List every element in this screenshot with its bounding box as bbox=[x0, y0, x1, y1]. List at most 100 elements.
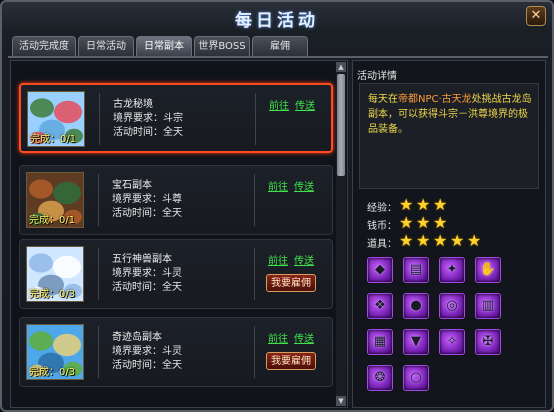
purple-ring-icon[interactable]: ◎ bbox=[439, 293, 465, 319]
item-glyph: ◆ bbox=[375, 262, 385, 277]
armored-belt-icon[interactable]: ▦ bbox=[367, 329, 393, 355]
tab-world-boss[interactable]: 世界BOSS bbox=[194, 36, 250, 56]
scroll-down-arrow-icon[interactable]: ▼ bbox=[336, 396, 346, 406]
dungeon-row-gulong[interactable]: 完成：0/1 古龙秘境 境界要求：斗宗 活动时间：全天 前往 传送 bbox=[19, 83, 333, 153]
dungeon-thumbnail: 完成：0/1 bbox=[26, 172, 84, 228]
realm-requirement: 境界要求：斗灵 bbox=[112, 346, 182, 357]
activity-time: 活动时间：全天 bbox=[112, 360, 182, 371]
completion-progress: 完成：0/1 bbox=[29, 215, 76, 226]
detail-description-box: 每天在帝都NPC·古天龙处挑战古龙岛副本，可以获得斗宗－洪尊境界的极品装备。 bbox=[359, 83, 539, 189]
activity-time: 活动时间：全天 bbox=[113, 127, 183, 138]
tab-activity-completion[interactable]: 活动完成度 bbox=[12, 36, 76, 56]
winged-pauldron-icon[interactable]: ❖ bbox=[367, 293, 393, 319]
teleport-link[interactable]: 传送 bbox=[295, 97, 315, 112]
goto-link[interactable]: 前往 bbox=[269, 97, 289, 112]
star-icon: ★ bbox=[433, 195, 448, 214]
dungeon-name: 宝石副本 bbox=[112, 180, 152, 191]
item-glyph: ▤ bbox=[409, 262, 423, 277]
row-divider bbox=[254, 248, 255, 300]
npc-name[interactable]: 帝都NPC·古天龙 bbox=[398, 94, 472, 105]
banded-armor-icon[interactable]: ▤ bbox=[403, 257, 429, 283]
dragon-wings-icon[interactable]: ✦ bbox=[439, 257, 465, 283]
item-glyph: ❖ bbox=[374, 298, 386, 313]
wolf-mask-helmet-icon[interactable]: ◆ bbox=[367, 257, 393, 283]
star-icon: ★ bbox=[416, 231, 431, 250]
reward-label-exp: 经验： bbox=[367, 203, 397, 214]
tab-daily-dungeon[interactable]: 日常副本 bbox=[136, 36, 192, 56]
star-icon: ★ bbox=[399, 213, 414, 232]
beast-claw-icon[interactable]: ✠ bbox=[475, 329, 501, 355]
hire-button[interactable]: 我要雇佣 bbox=[266, 352, 316, 370]
gem-amulet-icon[interactable]: ❂ bbox=[367, 365, 393, 391]
dungeon-name: 奇迹岛副本 bbox=[112, 332, 162, 343]
item-glyph: ✠ bbox=[482, 334, 494, 349]
activity-time: 活动时间：全天 bbox=[112, 208, 182, 219]
star-icon: ★ bbox=[433, 231, 448, 250]
dungeon-row-miracle-island[interactable]: 完成：0/3 奇迹岛副本 境界要求：斗灵 活动时间：全天 前往 传送 我要雇佣 bbox=[19, 317, 333, 387]
goto-link[interactable]: 前往 bbox=[268, 252, 288, 267]
completion-progress: 完成：0/1 bbox=[30, 134, 77, 145]
bat-wings-icon[interactable]: ✧ bbox=[439, 329, 465, 355]
star-icon: ★ bbox=[399, 231, 414, 250]
activity-detail-panel: 活动详情 每天在帝都NPC·古天龙处挑战古龙岛副本，可以获得斗宗－洪尊境界的极品… bbox=[352, 60, 546, 408]
window-title: 每日活动 bbox=[235, 11, 319, 31]
close-button[interactable]: ✕ bbox=[526, 6, 546, 26]
teleport-link[interactable]: 传送 bbox=[294, 330, 314, 345]
item-glyph: ▥ bbox=[481, 298, 495, 313]
daily-activity-window: 每日活动 ✕ 活动完成度 日常活动 日常副本 世界BOSS 雇佣 完成：0/1 … bbox=[0, 0, 554, 412]
item-glyph: ✧ bbox=[446, 334, 458, 349]
scroll-up-arrow-icon[interactable]: ▲ bbox=[336, 62, 346, 72]
reward-label-coins: 钱币： bbox=[367, 221, 397, 232]
activity-description: 每天在帝都NPC·古天龙处挑战古龙岛副本，可以获得斗宗－洪尊境界的极品装备。 bbox=[368, 92, 534, 137]
star-icon: ★ bbox=[450, 231, 465, 250]
dungeon-thumbnail: 完成：0/3 bbox=[26, 246, 84, 302]
item-glyph: ◎ bbox=[446, 298, 458, 313]
dungeon-thumbnail: 完成：0/3 bbox=[26, 324, 84, 380]
row-divider bbox=[255, 93, 256, 145]
dungeon-row-gem[interactable]: 完成：0/1 宝石副本 境界要求：斗尊 活动时间：全天 前往 传送 bbox=[19, 165, 333, 235]
dungeon-name: 五行神兽副本 bbox=[112, 254, 172, 265]
tab-hire[interactable]: 雇佣 bbox=[252, 36, 308, 56]
goto-link[interactable]: 前往 bbox=[268, 330, 288, 345]
desc-text-pre: 每天在 bbox=[368, 94, 398, 105]
row-divider bbox=[99, 93, 100, 145]
item-glyph: ❂ bbox=[374, 370, 386, 385]
star-icon: ★ bbox=[433, 213, 448, 232]
activity-time: 活动时间：全天 bbox=[112, 282, 182, 293]
detail-title: 活动详情 bbox=[357, 71, 397, 82]
list-scrollbar[interactable]: ▲ ▼ bbox=[336, 62, 346, 406]
realm-requirement: 境界要求：斗灵 bbox=[112, 268, 182, 279]
teleport-link[interactable]: 传送 bbox=[294, 178, 314, 193]
dungeon-row-five-beasts[interactable]: 完成：0/3 五行神兽副本 境界要求：斗灵 活动时间：全天 前往 传送 我要雇佣 bbox=[19, 239, 333, 309]
tab-bar: 活动完成度 日常活动 日常副本 世界BOSS 雇佣 bbox=[12, 36, 312, 56]
item-glyph: ✋ bbox=[479, 262, 497, 277]
item-glyph: ▦ bbox=[373, 334, 387, 349]
completion-progress: 完成：0/3 bbox=[29, 367, 76, 378]
row-divider bbox=[98, 174, 99, 226]
row-divider bbox=[254, 174, 255, 226]
reward-label-items: 道具： bbox=[367, 239, 397, 250]
teleport-link[interactable]: 传送 bbox=[294, 252, 314, 267]
star-icon: ★ bbox=[399, 195, 414, 214]
dungeon-name: 古龙秘境 bbox=[113, 99, 153, 110]
realm-requirement: 境界要求：斗宗 bbox=[113, 113, 183, 124]
tab-daily-activity[interactable]: 日常活动 bbox=[78, 36, 134, 56]
title-bar[interactable]: 每日活动 ✕ bbox=[2, 2, 552, 32]
item-glyph: ● bbox=[410, 298, 422, 313]
goto-link[interactable]: 前往 bbox=[268, 178, 288, 193]
item-glyph: ✦ bbox=[446, 262, 458, 277]
clawed-gauntlet-icon[interactable]: ✋ bbox=[475, 257, 501, 283]
star-icon: ★ bbox=[416, 213, 431, 232]
scroll-thumb[interactable] bbox=[337, 74, 345, 176]
star-icon: ★ bbox=[416, 195, 431, 214]
dragon-boots-icon[interactable]: ▼ bbox=[403, 329, 429, 355]
dungeon-list: 完成：0/1 古龙秘境 境界要求：斗宗 活动时间：全天 前往 传送 完成：0/1… bbox=[10, 60, 348, 408]
row-divider bbox=[254, 326, 255, 378]
row-divider bbox=[98, 326, 99, 378]
dungeon-thumbnail: 完成：0/1 bbox=[27, 91, 85, 147]
dark-orb-icon[interactable]: ● bbox=[403, 293, 429, 319]
hire-button[interactable]: 我要雇佣 bbox=[266, 274, 316, 292]
item-glyph: ▼ bbox=[411, 334, 421, 349]
jade-ring-icon[interactable]: ○ bbox=[403, 365, 429, 391]
spiked-belt-icon[interactable]: ▥ bbox=[475, 293, 501, 319]
